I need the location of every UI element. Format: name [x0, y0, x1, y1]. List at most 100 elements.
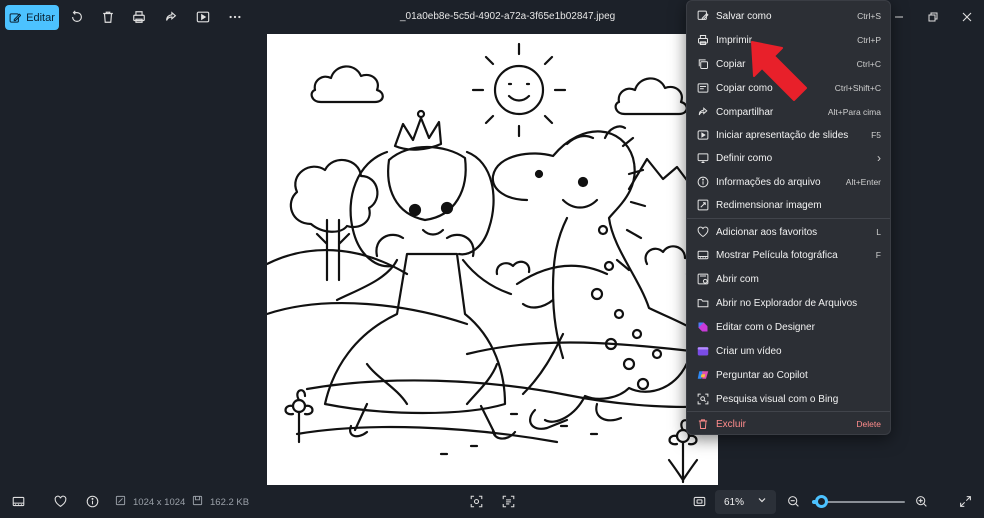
filmstrip-icon [12, 496, 25, 507]
visual-search-icon [470, 495, 483, 508]
menu-item-shortcut: Ctrl+S [857, 11, 881, 21]
coloring-page-image [267, 42, 718, 484]
slideshow-button[interactable] [195, 9, 211, 25]
file-name: _01a0eb8e-5c5d-4902-a72a-3f65e1b02847.jp… [400, 11, 616, 22]
share-icon [696, 106, 709, 119]
trash-icon [103, 11, 113, 23]
menu-item-save-as[interactable]: Salvar como Ctrl+S [687, 5, 890, 27]
zoom-slider-thumb[interactable] [815, 495, 828, 508]
menu-item-label: Redimensionar imagem [716, 199, 822, 211]
share-icon [166, 11, 177, 21]
edit-icon [9, 12, 22, 23]
minimize-button[interactable] [892, 10, 906, 24]
zoom-dropdown[interactable]: 61% [715, 490, 776, 514]
favorite-button[interactable] [53, 494, 68, 509]
save-as-icon [696, 10, 709, 23]
red-arrow-annotation [751, 41, 807, 101]
menu-item-shortcut: Delete [856, 419, 881, 429]
open-with-icon [696, 273, 709, 286]
menu-item-label: Adicionar aos favoritos [716, 226, 818, 238]
menu-item-slideshow[interactable]: Iniciar apresentação de slides F5 [687, 124, 890, 146]
heart-icon [54, 495, 67, 507]
menu-item-label: Informações do arquivo [716, 176, 821, 188]
restore-icon [928, 12, 938, 22]
visual-search-button[interactable] [469, 494, 484, 509]
menu-item-open-with[interactable]: Abrir com [687, 268, 890, 290]
menu-item-label: Criar um vídeo [716, 345, 782, 357]
text-extract-button[interactable] [501, 494, 516, 509]
file-info-button[interactable] [85, 494, 100, 509]
filmstrip-icon [696, 249, 709, 262]
menu-item-shortcut: Alt+Enter [845, 177, 881, 187]
dimensions-icon [115, 495, 126, 506]
menu-item-label: Definir como [716, 152, 773, 164]
zoom-in-icon [916, 496, 927, 507]
menu-item-shortcut: F [875, 250, 881, 260]
text-scan-icon [502, 495, 515, 508]
designer-icon [696, 321, 709, 334]
edit-button-label: Editar [26, 11, 55, 24]
menu-item-set-as[interactable]: Definir como › [687, 147, 890, 169]
zoom-in-button[interactable] [914, 494, 929, 509]
set-as-icon [696, 152, 709, 165]
minimize-icon [895, 16, 903, 18]
resize-icon [696, 199, 709, 212]
menu-item-label: Copiar [716, 58, 746, 70]
zoom-value: 61% [724, 496, 745, 508]
menu-item-label: Pesquisa visual com o Bing [716, 393, 839, 405]
edit-button[interactable]: Editar [5, 5, 59, 30]
share-button[interactable] [163, 9, 179, 25]
copy-icon [696, 58, 709, 71]
menu-item-shortcut: F5 [871, 130, 881, 140]
visual-search-icon [696, 393, 709, 406]
bottom-status-bar: 1024 x 1024 162.2 KB 61% [0, 485, 984, 518]
copy-path-icon [696, 82, 709, 95]
info-icon [696, 176, 709, 189]
menu-item-visual-search[interactable]: Pesquisa visual com o Bing [687, 388, 890, 410]
menu-item-shortcut: Alt+Para cima [827, 107, 881, 117]
menu-item-designer[interactable]: Editar com o Designer [687, 316, 890, 338]
menu-item-label: Editar com o Designer [716, 321, 815, 333]
menu-item-label: Imprimir [716, 34, 753, 46]
zoom-out-icon [788, 496, 799, 507]
fit-screen-icon [693, 496, 706, 507]
menu-item-label: Iniciar apresentação de slides [716, 129, 849, 141]
expand-icon [960, 496, 971, 507]
print-button[interactable] [131, 9, 147, 25]
menu-item-delete[interactable]: Excluir Delete [687, 413, 890, 435]
close-button[interactable] [960, 10, 974, 24]
file-size-icon [192, 495, 203, 506]
menu-item-open-explorer[interactable]: Abrir no Explorador de Arquivos [687, 292, 890, 314]
fit-to-window-button[interactable] [692, 494, 707, 509]
rotate-button[interactable] [69, 9, 85, 25]
restore-button[interactable] [926, 10, 940, 24]
info-icon [86, 495, 99, 508]
menu-item-create-video[interactable]: Criar um vídeo [687, 340, 890, 362]
trash-icon [696, 418, 709, 431]
menu-item-label: Perguntar ao Copilot [716, 369, 808, 381]
image-canvas[interactable] [267, 34, 718, 485]
menu-item-copilot[interactable]: Perguntar ao Copilot [687, 364, 890, 386]
fullscreen-button[interactable] [958, 494, 973, 509]
menu-item-favorites[interactable]: Adicionar aos favoritos L [687, 221, 890, 243]
printer-icon [133, 11, 145, 23]
clipchamp-icon [696, 345, 709, 358]
folder-icon [696, 297, 709, 310]
menu-item-resize[interactable]: Redimensionar imagem [687, 194, 890, 216]
menu-divider [687, 411, 890, 412]
submenu-chevron-icon: › [877, 151, 881, 165]
delete-button[interactable] [100, 9, 116, 25]
menu-item-label: Abrir no Explorador de Arquivos [716, 297, 858, 309]
more-options-button[interactable] [227, 9, 243, 25]
copilot-icon [696, 369, 709, 382]
menu-item-label: Mostrar Película fotográfica [716, 249, 838, 261]
menu-item-filmstrip[interactable]: Mostrar Película fotográfica F [687, 244, 890, 266]
close-icon [962, 12, 972, 22]
filmstrip-button[interactable] [11, 494, 26, 509]
zoom-slider[interactable] [812, 495, 905, 508]
menu-item-file-info[interactable]: Informações do arquivo Alt+Enter [687, 171, 890, 193]
rotate-icon [72, 10, 82, 22]
zoom-out-button[interactable] [786, 494, 801, 509]
chevron-down-icon [758, 498, 766, 503]
menu-item-label: Abrir com [716, 273, 759, 285]
